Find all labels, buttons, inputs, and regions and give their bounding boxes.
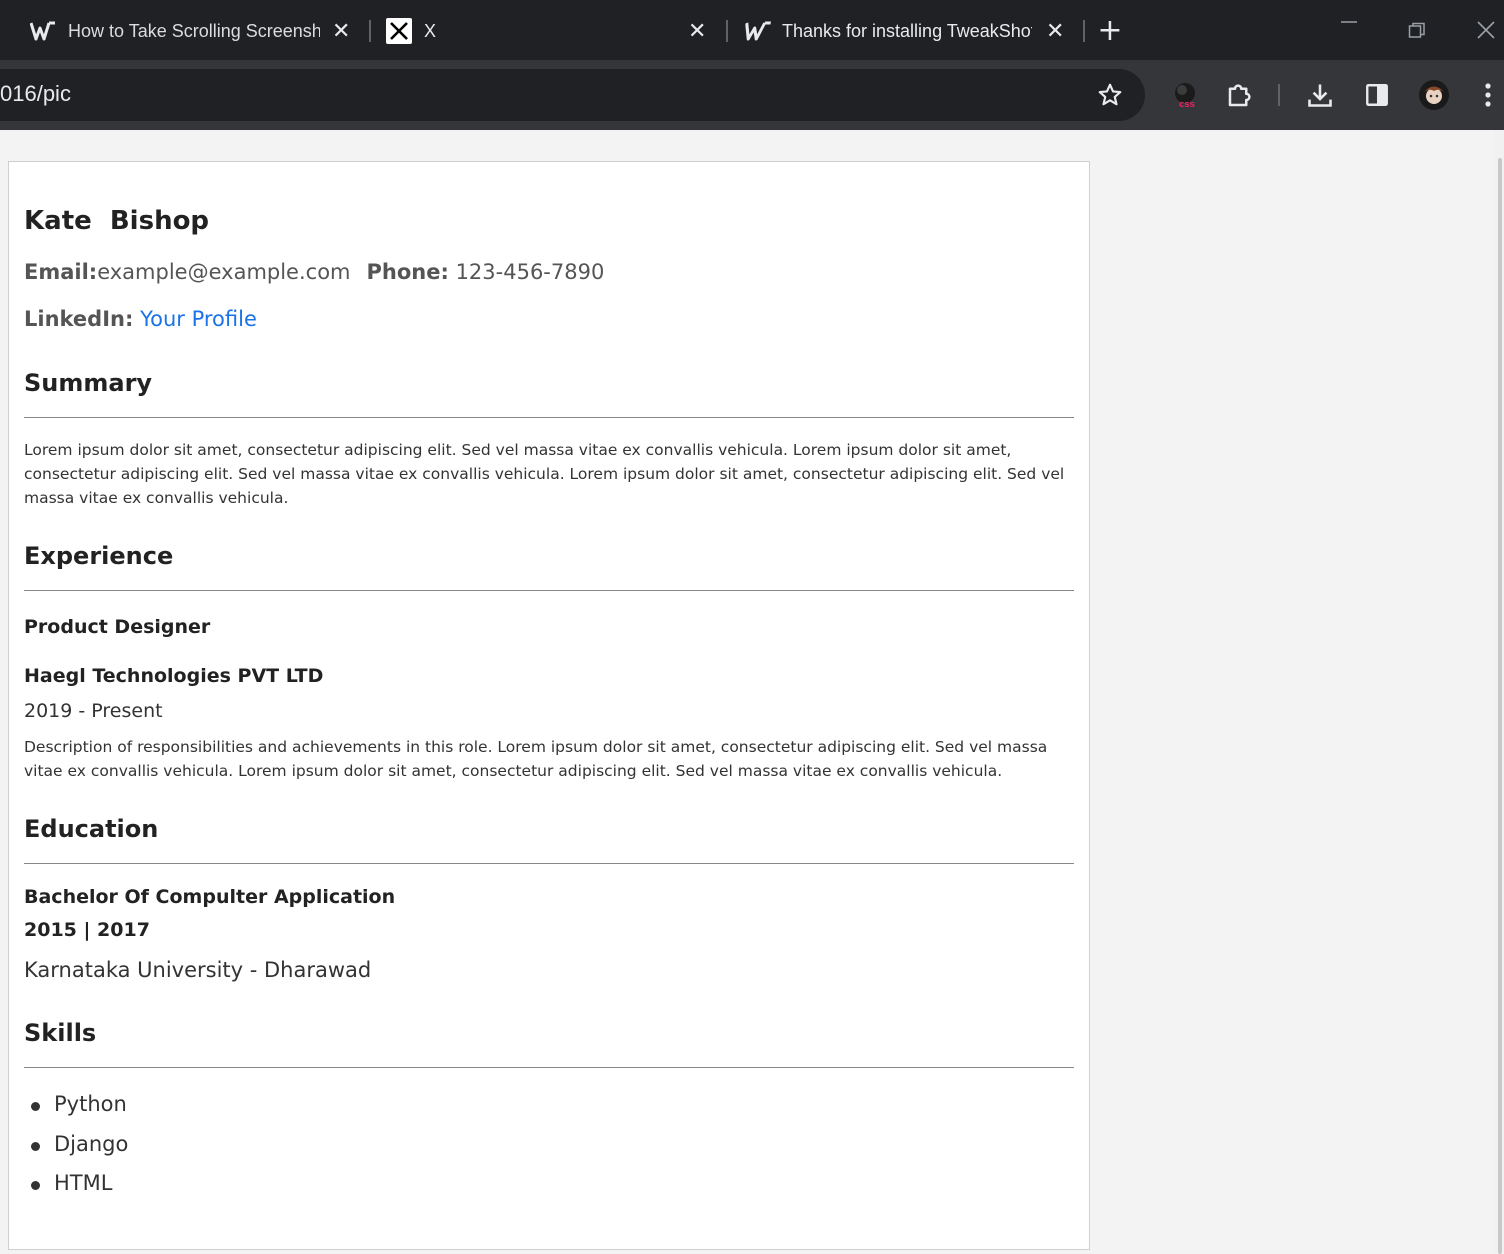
skill-item: Python xyxy=(24,1092,128,1132)
tab-title: How to Take Scrolling Screensh xyxy=(68,20,320,41)
job-description: Description of responsibilities and achi… xyxy=(24,738,1048,780)
tab-scrolling-screenshot[interactable]: How to Take Scrolling Screensh ✕ xyxy=(30,8,360,54)
tab-divider xyxy=(369,20,371,42)
tab-tweakshot[interactable]: Thanks for installing TweakShot ✕ xyxy=(744,8,1074,54)
skills-heading: Skills xyxy=(24,1019,97,1047)
wordmark-w-icon xyxy=(741,18,773,44)
section-divider xyxy=(24,863,1074,864)
degree-title: Bachelor Of Compulter Application xyxy=(24,886,396,908)
company-name: Haegl Technologies PVT LTD xyxy=(24,665,324,687)
profile-avatar[interactable] xyxy=(1417,78,1451,112)
job-period: 2019 - Present xyxy=(24,700,163,722)
linkedin-label: LinkedIn: xyxy=(24,307,134,331)
menu-kebab-icon[interactable] xyxy=(1471,78,1504,112)
section-divider xyxy=(24,417,1074,418)
skills-list: Python Django HTML xyxy=(24,1092,128,1211)
extensions-puzzle-icon[interactable] xyxy=(1223,78,1257,112)
restore-icon[interactable] xyxy=(1408,21,1426,45)
linkedin-profile-link[interactable]: Your Profile xyxy=(140,307,257,331)
close-tab-icon[interactable]: ✕ xyxy=(688,18,706,44)
education-years: 2015 | 2017 xyxy=(24,919,150,941)
new-tab-button[interactable]: + xyxy=(1096,12,1124,48)
scrollbar-thumb[interactable] xyxy=(1498,158,1502,1254)
tab-divider xyxy=(726,20,728,42)
star-icon[interactable] xyxy=(1093,78,1127,112)
close-window-icon[interactable] xyxy=(1476,20,1496,45)
email-value: example@example.com xyxy=(97,260,351,284)
contact-line: Email:example@example.com Phone: 123-456-… xyxy=(24,260,604,284)
skill-item: Django xyxy=(24,1132,128,1172)
wordmark-w-icon xyxy=(30,18,56,44)
phone-label: Phone: xyxy=(366,260,449,284)
tab-x[interactable]: X ✕ xyxy=(386,8,716,54)
section-divider xyxy=(24,590,1074,591)
tab-divider xyxy=(1083,20,1085,42)
x-logo-icon xyxy=(386,18,412,44)
toolbar-divider xyxy=(1278,84,1280,106)
email-label: Email: xyxy=(24,260,98,284)
experience-heading: Experience xyxy=(24,542,174,570)
address-text[interactable]: 016/pic xyxy=(0,81,71,107)
candidate-name: Kate Bishop xyxy=(24,206,210,236)
close-tab-icon[interactable]: ✕ xyxy=(1046,18,1064,44)
institution-name: Karnataka University - Dharawad xyxy=(24,958,372,982)
linkedin-line: LinkedIn: Your Profile xyxy=(24,307,257,331)
summary-heading: Summary xyxy=(24,369,153,397)
job-title: Product Designer xyxy=(24,616,211,638)
minimize-icon[interactable] xyxy=(1340,12,1358,36)
tab-title: X xyxy=(424,20,437,41)
tab-strip: How to Take Scrolling Screensh ✕ X ✕ Tha… xyxy=(0,0,1504,60)
resume-card: Kate Bishop Email:example@example.com Pho… xyxy=(8,161,1090,1250)
close-tab-icon[interactable]: ✕ xyxy=(332,18,350,44)
browser-toolbar: 016/pic css xyxy=(0,60,1504,130)
svg-text:css: css xyxy=(1179,100,1195,110)
address-bar[interactable]: 016/pic xyxy=(0,69,1145,121)
tab-title: Thanks for installing TweakShot xyxy=(782,20,1032,41)
summary-text: Lorem ipsum dolor sit amet, consectetur … xyxy=(24,441,1065,507)
education-heading: Education xyxy=(24,815,159,843)
skill-item: HTML xyxy=(24,1171,128,1211)
css-extension-icon[interactable]: css xyxy=(1170,78,1204,112)
phone-value: 123-456-7890 xyxy=(455,260,605,284)
side-panel-icon[interactable] xyxy=(1360,78,1394,112)
section-divider xyxy=(24,1067,1074,1068)
download-icon[interactable] xyxy=(1303,78,1337,112)
